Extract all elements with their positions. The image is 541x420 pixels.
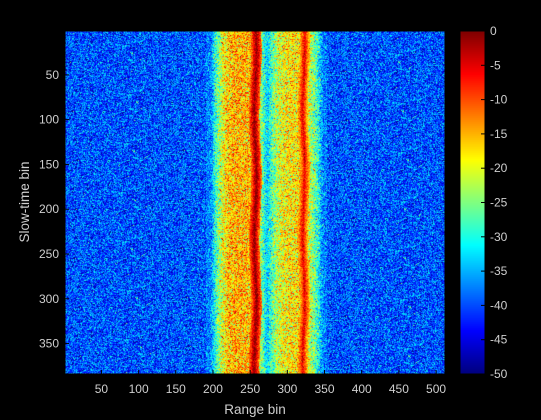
colorbar-tick-label: -15 bbox=[490, 127, 508, 141]
colorbar-tick-label: -10 bbox=[490, 93, 508, 107]
colorbar-tick-label: -50 bbox=[490, 367, 508, 381]
y-tick-label: 250 bbox=[39, 247, 59, 261]
x-tick-label: 150 bbox=[166, 382, 186, 396]
x-tick-label: 50 bbox=[95, 382, 109, 396]
x-tick-label: 100 bbox=[129, 382, 149, 396]
y-axis-title: Slow-time bin bbox=[17, 161, 32, 242]
colorbar-tick-label: -20 bbox=[490, 161, 508, 175]
y-tick-label: 100 bbox=[39, 113, 59, 127]
y-tick-label: 300 bbox=[39, 292, 59, 306]
colorbar-tick-label: 0 bbox=[490, 24, 497, 38]
x-tick-label: 300 bbox=[277, 382, 297, 396]
x-tick-label: 250 bbox=[240, 382, 260, 396]
heatmap-image-container bbox=[65, 31, 445, 374]
x-tick-label: 200 bbox=[203, 382, 223, 396]
x-tick-label: 450 bbox=[389, 382, 409, 396]
figure: 50 100 150 200 250 300 350 400 450 500 50 100 150 20… bbox=[0, 0, 541, 420]
x-tick-label: 350 bbox=[315, 382, 335, 396]
y-tick-label: 50 bbox=[46, 68, 60, 82]
y-tick-label: 350 bbox=[39, 337, 59, 351]
plot-area bbox=[64, 30, 446, 375]
x-tick-label: 500 bbox=[426, 382, 446, 396]
colorbar-tick-label: -30 bbox=[490, 230, 508, 244]
colorbar-tick-label: -45 bbox=[490, 333, 508, 347]
x-axis-title: Range bin bbox=[224, 402, 286, 417]
colorbar-tick-label: -40 bbox=[490, 298, 508, 312]
colorbar-tick-label: -5 bbox=[490, 58, 501, 72]
heatmap-image bbox=[65, 31, 445, 374]
y-tick-label: 200 bbox=[39, 202, 59, 216]
colorbar-tick-label: -25 bbox=[490, 196, 508, 210]
y-tick-label: 150 bbox=[39, 157, 59, 171]
colorbar-tick-label: -35 bbox=[490, 264, 508, 278]
range-slowtime-heatmap: 50 100 150 200 250 300 350 400 450 500 50 100 150 20… bbox=[17, 24, 508, 417]
x-tick-label: 400 bbox=[352, 382, 372, 396]
